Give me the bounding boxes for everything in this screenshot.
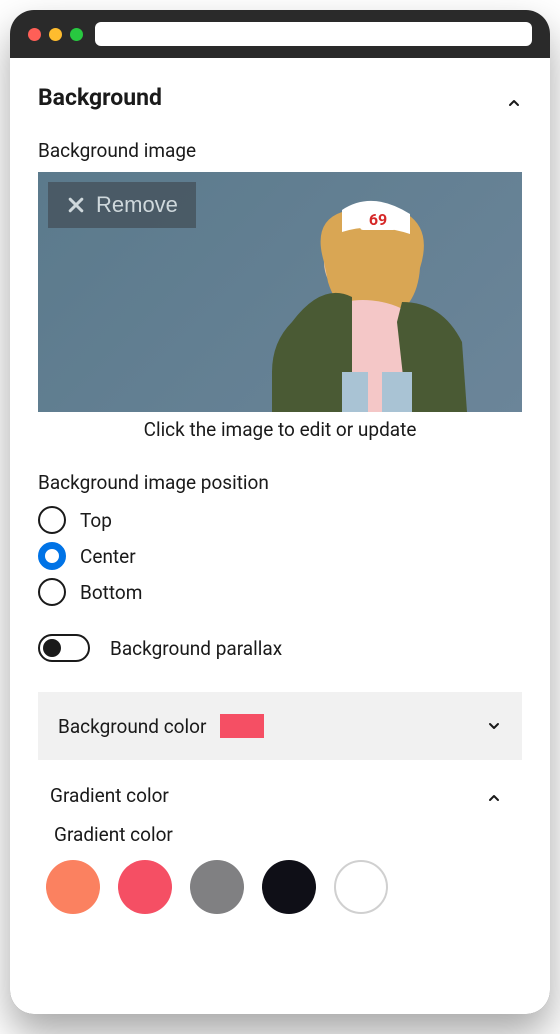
preview-illustration: 69 — [232, 172, 512, 412]
remove-button-label: Remove — [96, 192, 178, 218]
background-color-label: Background color — [58, 715, 206, 738]
position-option-bottom[interactable]: Bottom — [38, 578, 522, 606]
color-swatch[interactable] — [334, 860, 388, 914]
parallax-setting: Background parallax — [38, 634, 522, 662]
position-option-top[interactable]: Top — [38, 506, 522, 534]
svg-text:69: 69 — [369, 210, 387, 229]
chevron-up-icon — [486, 788, 502, 804]
device-frame: Background Background image 69 Rem — [10, 10, 550, 1014]
radio-label: Top — [80, 509, 112, 532]
radio-icon — [38, 542, 66, 570]
gradient-header-label: Gradient color — [50, 784, 169, 807]
color-swatch[interactable] — [190, 860, 244, 914]
section-title: Background — [38, 84, 162, 111]
maximize-window-icon[interactable] — [70, 28, 83, 41]
settings-panel: Background Background image 69 Rem — [10, 58, 550, 1014]
color-panel-left: Background color — [58, 714, 264, 738]
chevron-up-icon — [506, 90, 522, 106]
image-edit-caption: Click the image to edit or update — [38, 418, 522, 441]
background-color-panel[interactable]: Background color — [38, 692, 522, 760]
minimize-window-icon[interactable] — [49, 28, 62, 41]
chevron-down-icon — [486, 718, 502, 734]
window-titlebar — [10, 10, 550, 58]
background-section-header[interactable]: Background — [38, 84, 522, 111]
color-swatch[interactable] — [262, 860, 316, 914]
position-label: Background image position — [38, 471, 522, 494]
remove-image-button[interactable]: Remove — [48, 182, 196, 228]
gradient-color-header[interactable]: Gradient color — [38, 776, 522, 823]
position-option-center[interactable]: Center — [38, 542, 522, 570]
parallax-toggle[interactable] — [38, 634, 90, 662]
gradient-palette — [38, 860, 522, 926]
toggle-knob — [43, 639, 61, 657]
radio-label: Bottom — [80, 581, 142, 604]
background-image-label: Background image — [38, 139, 522, 162]
close-icon — [66, 195, 86, 215]
background-color-swatch — [220, 714, 264, 738]
color-swatch[interactable] — [46, 860, 100, 914]
gradient-palette-label: Gradient color — [38, 823, 522, 846]
color-swatch[interactable] — [118, 860, 172, 914]
radio-label: Center — [80, 545, 136, 568]
close-window-icon[interactable] — [28, 28, 41, 41]
position-radio-group: Top Center Bottom — [38, 506, 522, 606]
radio-icon — [38, 506, 66, 534]
url-bar[interactable] — [95, 22, 532, 46]
parallax-label: Background parallax — [110, 637, 282, 660]
background-image-preview[interactable]: 69 Remove — [38, 172, 522, 412]
radio-icon — [38, 578, 66, 606]
window-controls — [28, 28, 83, 41]
